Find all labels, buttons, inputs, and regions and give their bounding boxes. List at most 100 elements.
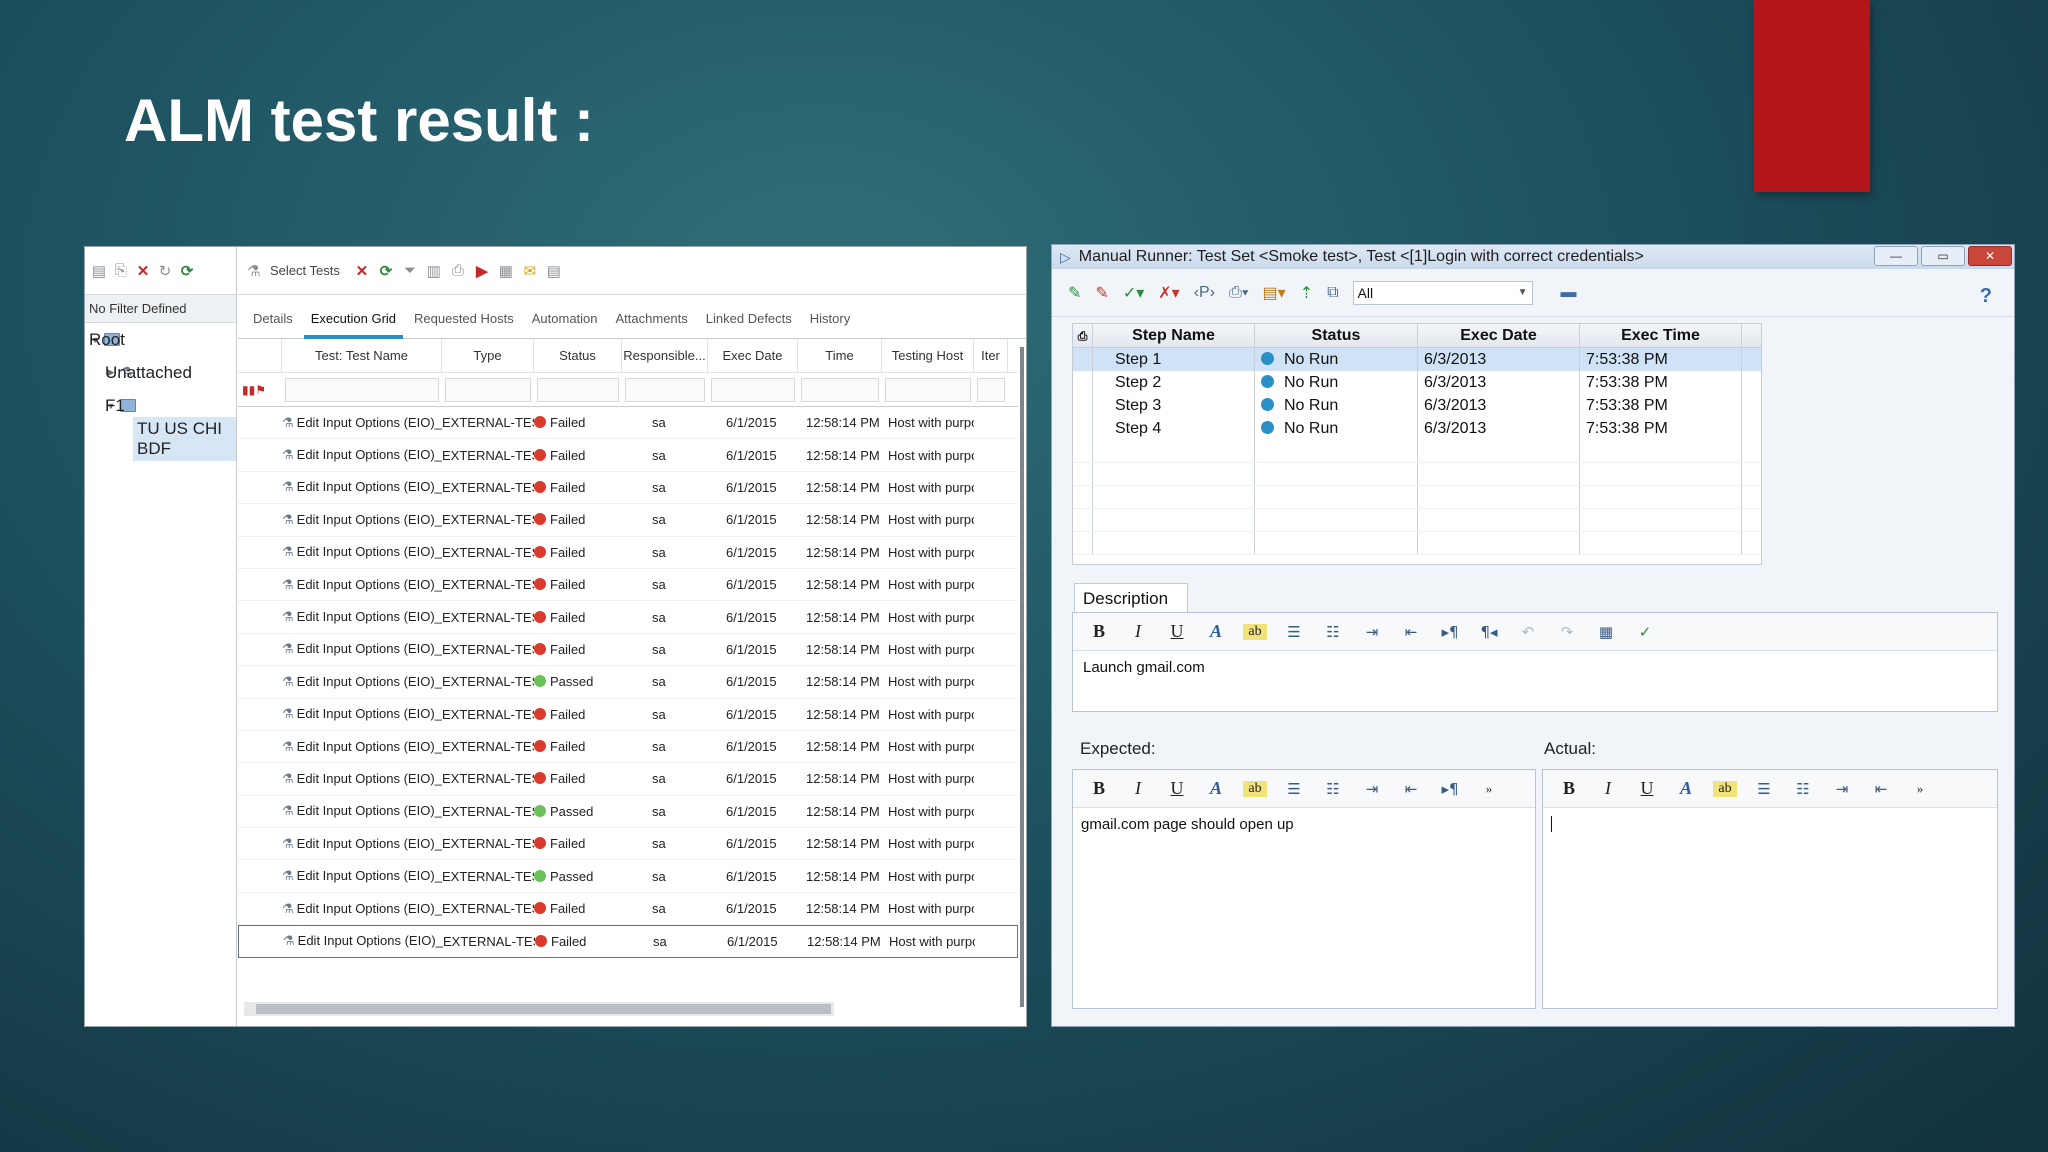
- column-header-responsible[interactable]: Responsible...: [622, 339, 708, 372]
- tree-node-root[interactable]: ▼ Root: [85, 323, 236, 356]
- tab-details[interactable]: Details: [244, 311, 302, 338]
- table-row[interactable]: ⚗Edit Input Options (EIO)_11002..EXTERNA…: [238, 634, 1018, 667]
- table-row[interactable]: ⚗Edit Input Options (EIO)_11003..EXTERNA…: [238, 472, 1018, 505]
- highlight-icon[interactable]: ab: [1243, 623, 1267, 640]
- filter-cell[interactable]: [442, 377, 534, 402]
- bullet-list-icon[interactable]: ☰: [1752, 780, 1776, 798]
- tab-attachments[interactable]: Attachments: [607, 311, 697, 338]
- maximize-button[interactable]: ▭: [1921, 246, 1965, 266]
- spell-check-icon[interactable]: ✓: [1633, 623, 1657, 641]
- highlight-icon[interactable]: ab: [1243, 780, 1267, 797]
- table-row[interactable]: ⚗Edit Input Options (EIO)_11002..EXTERNA…: [238, 763, 1018, 796]
- outdent-icon[interactable]: ⇤: [1399, 623, 1423, 641]
- highlight-icon[interactable]: ab: [1713, 780, 1737, 797]
- table-row[interactable]: ⚗Edit Input Options (EIO)_11002..EXTERNA…: [238, 699, 1018, 731]
- tab-execution-grid[interactable]: Execution Grid: [302, 311, 405, 339]
- column-header-exec-time[interactable]: Exec Time: [1580, 324, 1742, 347]
- filter-cell[interactable]: [708, 377, 798, 402]
- bullet-list-icon[interactable]: ☰: [1282, 623, 1306, 641]
- table-row[interactable]: ⚗Edit Input Options (EIO)_11002..EXTERNA…: [238, 666, 1018, 699]
- column-header-status[interactable]: Status: [1255, 324, 1418, 347]
- mail-icon[interactable]: ✉: [522, 261, 538, 281]
- italic-icon[interactable]: I: [1596, 778, 1620, 799]
- new-defect-icon[interactable]: ▤▾: [1263, 283, 1286, 303]
- numbered-list-icon[interactable]: ☷: [1791, 780, 1815, 798]
- column-header-iter[interactable]: Iter: [974, 339, 1008, 372]
- select-tests-icon[interactable]: ⚗: [246, 261, 262, 281]
- run-icon[interactable]: ▶: [474, 261, 490, 281]
- table-row[interactable]: ⚗Edit Input Options (EIO)_11002..EXTERNA…: [238, 407, 1018, 440]
- column-header-type[interactable]: Type: [442, 339, 534, 372]
- table-icon[interactable]: ▦: [1594, 623, 1618, 641]
- column-header-time[interactable]: Time: [798, 339, 882, 372]
- more-icon[interactable]: »: [1908, 781, 1932, 797]
- attachment-icon[interactable]: ⎙: [450, 261, 466, 281]
- pass-selected-icon[interactable]: ✎: [1068, 283, 1081, 303]
- step-filter-select[interactable]: All ▼: [1352, 280, 1533, 305]
- rtl-icon[interactable]: ¶◂: [1477, 623, 1501, 641]
- filter-cell[interactable]: [882, 377, 974, 402]
- filter-cell[interactable]: [282, 377, 442, 402]
- column-header-exec-date[interactable]: Exec Date: [708, 339, 798, 372]
- table-row[interactable]: ⚗Edit Input Options (EIO)_11003..EXTERNA…: [238, 504, 1018, 537]
- actual-text-cursor[interactable]: [1551, 816, 1552, 832]
- new-test-set-icon[interactable]: ⎘: [113, 261, 129, 281]
- add-step-icon[interactable]: ⇡: [1300, 283, 1313, 303]
- column-header-step-name[interactable]: Step Name: [1093, 324, 1255, 347]
- indent-icon[interactable]: ⇥: [1830, 780, 1854, 798]
- filter-icon[interactable]: ⏷: [402, 261, 418, 281]
- table-row[interactable]: ⚗Edit Input Options (EIO)_11002..EXTERNA…: [238, 731, 1018, 764]
- numbered-list-icon[interactable]: ☷: [1321, 623, 1345, 641]
- ltr-icon[interactable]: ▸¶: [1438, 623, 1462, 641]
- compact-view-icon[interactable]: ⧉: [1327, 284, 1338, 302]
- run-test-set-icon[interactable]: ▦: [498, 261, 514, 281]
- font-color-icon[interactable]: A: [1204, 778, 1228, 799]
- vertical-scrollbar[interactable]: [1020, 347, 1024, 1007]
- help-icon[interactable]: ?: [1980, 285, 1992, 308]
- tab-description[interactable]: Description: [1074, 583, 1188, 613]
- filter-cell[interactable]: [534, 377, 622, 402]
- table-row[interactable]: ⚗Edit Input Options (EIO)_11003..EXTERNA…: [238, 601, 1018, 634]
- italic-icon[interactable]: I: [1126, 778, 1150, 799]
- columns-icon[interactable]: ▥: [426, 261, 442, 281]
- table-row[interactable]: ⚗Edit Input Options (EIO)_11003..EXTERNA…: [238, 537, 1018, 569]
- tab-requested-hosts[interactable]: Requested Hosts: [405, 311, 523, 338]
- expected-text[interactable]: gmail.com page should open up: [1073, 808, 1535, 841]
- bold-icon[interactable]: B: [1087, 778, 1111, 799]
- filter-cell[interactable]: [622, 377, 708, 402]
- pass-dropdown-icon[interactable]: ✓▾: [1123, 283, 1144, 303]
- column-header-testing-host[interactable]: Testing Host: [882, 339, 974, 372]
- refresh-dropdown-icon[interactable]: ↻: [157, 261, 173, 281]
- refresh-icon[interactable]: ⟳: [179, 261, 195, 281]
- italic-icon[interactable]: I: [1126, 621, 1150, 642]
- table-row[interactable]: ⚗Edit Input Options (EIO)_11240..EXTERNA…: [238, 828, 1018, 861]
- underline-icon[interactable]: U: [1635, 778, 1659, 799]
- table-row[interactable]: ⚗Edit Input Options (EIO)_11002..EXTERNA…: [238, 439, 1018, 472]
- more-icon[interactable]: »: [1477, 781, 1501, 797]
- step-row[interactable]: Step 3 No Run 6/3/2013 7:53:38 PM: [1073, 394, 1761, 417]
- numbered-list-icon[interactable]: ☷: [1321, 780, 1345, 798]
- tree-node-unattached[interactable]: ▶ ⚗ Unattached: [85, 356, 236, 389]
- filter-cell[interactable]: [974, 377, 1008, 402]
- new-folder-icon[interactable]: ▤: [91, 261, 107, 281]
- column-header-exec-date[interactable]: Exec Date: [1418, 324, 1580, 347]
- outdent-icon[interactable]: ⇤: [1399, 780, 1423, 798]
- minimize-button[interactable]: —: [1874, 246, 1918, 266]
- undo-icon[interactable]: ↶: [1516, 623, 1540, 641]
- underline-icon[interactable]: U: [1165, 778, 1189, 799]
- bold-icon[interactable]: B: [1087, 621, 1111, 642]
- window-layout-icon[interactable]: ▬: [1561, 284, 1577, 302]
- font-color-icon[interactable]: A: [1674, 778, 1698, 799]
- step-row[interactable]: Step 4 No Run 6/3/2013 7:53:38 PM: [1073, 417, 1761, 440]
- parameters-icon[interactable]: ‹P›: [1194, 284, 1215, 302]
- table-row[interactable]: ⚗Edit Input Options (EIO)_11241..EXTERNA…: [238, 893, 1018, 926]
- step-row[interactable]: Step 2 No Run 6/3/2013 7:53:38 PM: [1073, 371, 1761, 394]
- horizontal-scrollbar[interactable]: [244, 1002, 834, 1016]
- ltr-icon[interactable]: ▸¶: [1438, 780, 1462, 798]
- select-tests-button[interactable]: Select Tests: [270, 263, 340, 278]
- scroll-thumb[interactable]: [256, 1004, 831, 1014]
- table-row[interactable]: ⚗Edit Input Options (EIO)_11240..EXTERNA…: [238, 860, 1018, 893]
- redo-icon[interactable]: ↷: [1555, 623, 1579, 641]
- underline-icon[interactable]: U: [1165, 621, 1189, 642]
- filter-cell[interactable]: [798, 377, 882, 402]
